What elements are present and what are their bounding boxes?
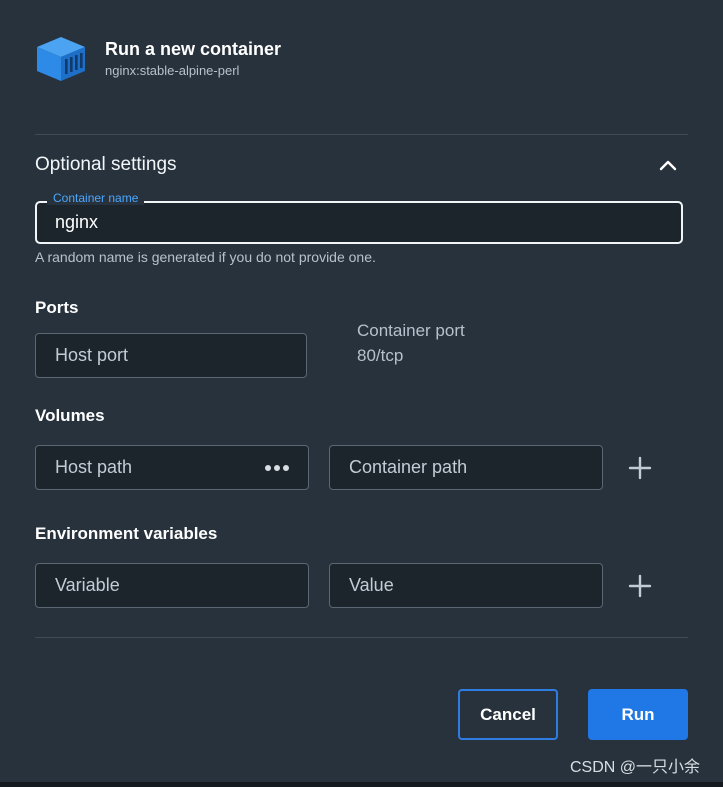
host-path-placeholder: Host path [55,457,133,477]
footer-divider [35,637,688,638]
run-button[interactable]: Run [588,689,688,740]
host-port-placeholder: Host port [55,345,129,365]
add-env-plus-icon[interactable] [628,574,652,598]
value-input[interactable]: Value [329,563,603,608]
dialog-header: Run a new container nginx:stable-alpine-… [35,34,281,84]
host-path-input[interactable]: Host path [35,445,309,490]
add-volume-plus-icon[interactable] [628,456,652,480]
container-path-input[interactable]: Container path [329,445,603,490]
collapse-optional-settings-button[interactable] [656,154,680,176]
csdn-watermark: CSDN @一只小余 [570,759,701,776]
variable-placeholder: Variable [55,575,120,595]
host-port-input[interactable]: Host port [35,333,307,378]
dialog-title: Run a new container [105,39,282,59]
optional-settings-title: Optional settings [35,154,177,175]
container-name-helper: A random name is generated if you do not… [35,249,376,265]
container-port-value: 80/tcp [357,346,404,365]
run-container-dialog: Run a new container nginx:stable-alpine-… [0,0,723,787]
container-path-placeholder: Container path [349,457,468,477]
variable-input[interactable]: Variable [35,563,309,608]
chevron-up-icon [659,160,677,171]
ports-title: Ports [35,298,79,317]
image-name: nginx:stable-alpine-perl [105,63,240,78]
docker-container-icon [37,37,85,81]
header-text: Run a new container nginx:stable-alpine-… [105,34,281,79]
container-port-label: Container port [357,321,465,340]
value-placeholder: Value [349,575,394,595]
container-name-input[interactable] [37,203,681,242]
cancel-button[interactable]: Cancel [458,689,558,740]
header-divider [35,134,688,135]
container-name-label: Container name [47,191,145,205]
more-horizontal-icon[interactable] [265,464,289,471]
bottom-edge-strip [0,782,723,787]
container-name-field[interactable] [35,201,683,244]
volumes-title: Volumes [35,406,105,425]
env-variables-title: Environment variables [35,524,218,543]
